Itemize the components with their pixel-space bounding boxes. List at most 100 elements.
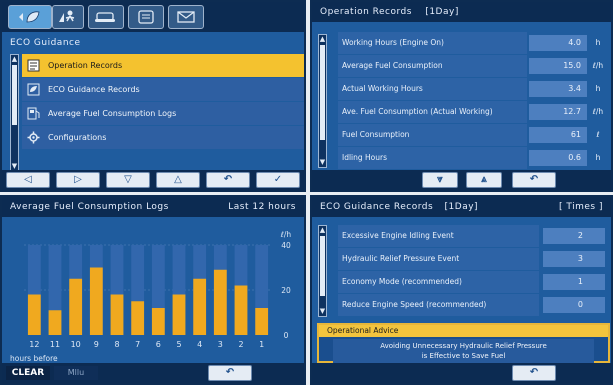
row-label: Actual Working Hours [338,78,527,100]
tab-monitor[interactable] [128,5,164,29]
menu-item-label: Configurations [48,133,107,142]
scroll-down-icon[interactable]: ▼ [319,308,326,315]
x-tick-label: 2 [238,340,243,349]
scroll-up-icon[interactable]: ▲ [319,227,326,234]
menu-item-label: ECO Guidance Records [48,85,140,94]
monitor-icon [138,10,154,24]
advice-line: is Effective to Save Fuel [421,352,506,360]
left-arrow-button[interactable]: ◁ [6,172,50,188]
scroll-thumb[interactable] [320,45,325,140]
y-tick-label: 40 [281,241,291,250]
list-item: Average Fuel Consumption 15.0 ℓ/h [332,55,609,77]
y-unit-label: ℓ/h [280,230,292,239]
period-label: [1Day] [425,7,459,17]
tab-operator[interactable] [52,5,84,29]
eco-guidance-records-panel: ECO Guidance Records [1Day] [ Times ] ▲ … [310,195,613,385]
fuel-log-icon [27,107,40,120]
row-label: Hydraulic Relief Pressure Event [338,248,539,270]
page-up-button[interactable]: ⩓ [466,172,502,188]
eco-guidance-title: ECO Guidance [10,38,81,48]
eco-guidance-panel: ECO Guidance ▲ ▼ Operation Records ECO G… [0,0,306,192]
list-item: Fuel Consumption 61 ℓ [332,124,609,146]
eco-records-list: Excessive Engine Idling Event 2 Hydrauli… [332,225,609,317]
records-scrollbar[interactable]: ▲ ▼ [318,34,327,168]
row-label: Average Fuel Consumption [338,55,527,77]
row-unit: h [595,84,601,93]
x-tick-label: 8 [114,340,119,349]
x-tick-label: 11 [50,340,60,349]
clear-button[interactable]: CLEAR [6,366,50,380]
eco-records-button-bar: ↶ [312,363,611,383]
bar-chart: 12 11 10 9 8 7 6 5 4 3 2 1 40 20 0 ℓ/h hours before [10,230,292,363]
x-tick-label: 5 [176,340,181,349]
times-label: [ Times ] [559,202,603,212]
row-label: Reduce Engine Speed (recommended) [338,294,539,316]
row-value: 12.7 [529,104,587,120]
x-tick-label: 6 [156,340,161,349]
machine-icon [95,12,115,22]
back-button[interactable]: ↶ [512,365,556,381]
menu-button[interactable]: Mllu [54,366,98,380]
gear-icon [27,131,40,144]
advice-line: Avoiding Unnecessary Hydraulic Relief Pr… [380,342,547,350]
bar [48,310,62,335]
bar [193,278,207,335]
page-title: Operation Records [320,7,412,17]
row-value: 15.0 [529,58,587,74]
list-item: Working Hours (Engine On) 4.0 h [332,32,609,54]
eco-records-scrollbar[interactable]: ▲ ▼ [318,225,327,317]
list-item: Economy Mode (recommended) 1 [332,271,609,293]
x-tick-label: 10 [71,340,81,349]
scroll-up-icon[interactable]: ▲ [319,36,326,43]
down-button[interactable]: ▽ [106,172,150,188]
row-value: 3.4 [529,81,587,97]
operational-advice-box: Operational Advice Avoiding Unnecessary … [317,323,610,363]
operator-icon [59,10,75,22]
period-label: [1Day] [444,202,479,212]
leaf-icon [19,11,40,23]
x-tick-label: 1 [259,340,264,349]
row-unit: h [595,153,601,162]
menu-item-configurations[interactable]: Configurations [22,126,304,149]
bar [131,301,145,335]
operation-records-panel: Operation Records [1Day] ▲ ▼ Working Hou… [310,0,613,192]
scroll-up-icon[interactable]: ▲ [11,56,18,63]
page-down-button[interactable]: ⩔ [422,172,458,188]
scroll-thumb[interactable] [320,236,325,296]
bar [27,294,41,335]
back-button[interactable]: ↶ [206,172,250,188]
range-label: Last 12 hours [228,202,296,212]
scroll-down-icon[interactable]: ▼ [11,163,18,170]
mail-icon [177,11,195,23]
y-tick-label: 20 [281,286,291,295]
back-button[interactable]: ↶ [512,172,556,188]
menu-item-label: Operation Records [48,61,123,70]
row-value: 4.0 [529,35,587,51]
right-arrow-button[interactable]: ▷ [56,172,100,188]
menu-item-operation-records[interactable]: Operation Records [22,54,304,77]
advice-text: Avoiding Unnecessary Hydraulic Relief Pr… [333,339,594,363]
x-tick-label: 7 [135,340,140,349]
eco-button-bar: ◁ ▷ ▽ △ ↶ ✓ [2,170,304,190]
tab-mail[interactable] [168,5,204,29]
scroll-down-icon[interactable]: ▼ [319,159,326,166]
x-tick-label: 3 [218,340,223,349]
up-button[interactable]: △ [156,172,200,188]
menu-item-fuel-logs[interactable]: Average Fuel Consumption Logs [22,102,304,125]
menu-item-eco-guidance-records[interactable]: ECO Guidance Records [22,78,304,101]
operation-records-list: Working Hours (Engine On) 4.0 h Average … [332,32,609,170]
list-item: Idling Hours 0.6 h [332,147,609,169]
scroll-thumb[interactable] [12,65,17,125]
back-button[interactable]: ↶ [208,365,252,381]
list-item: Ave. Fuel Consumption (Actual Working) 1… [332,101,609,123]
x-tick-label: 9 [94,340,99,349]
menu-item-label: Average Fuel Consumption Logs [48,109,177,118]
bar [69,278,83,335]
list-item: Hydraulic Relief Pressure Event 3 [332,248,609,270]
confirm-button[interactable]: ✓ [256,172,300,188]
tab-machine[interactable] [88,5,124,29]
row-label: Ave. Fuel Consumption (Actual Working) [338,101,527,123]
bar [172,294,186,335]
menu-scrollbar[interactable]: ▲ ▼ [10,54,19,172]
tab-eco[interactable] [8,5,52,29]
